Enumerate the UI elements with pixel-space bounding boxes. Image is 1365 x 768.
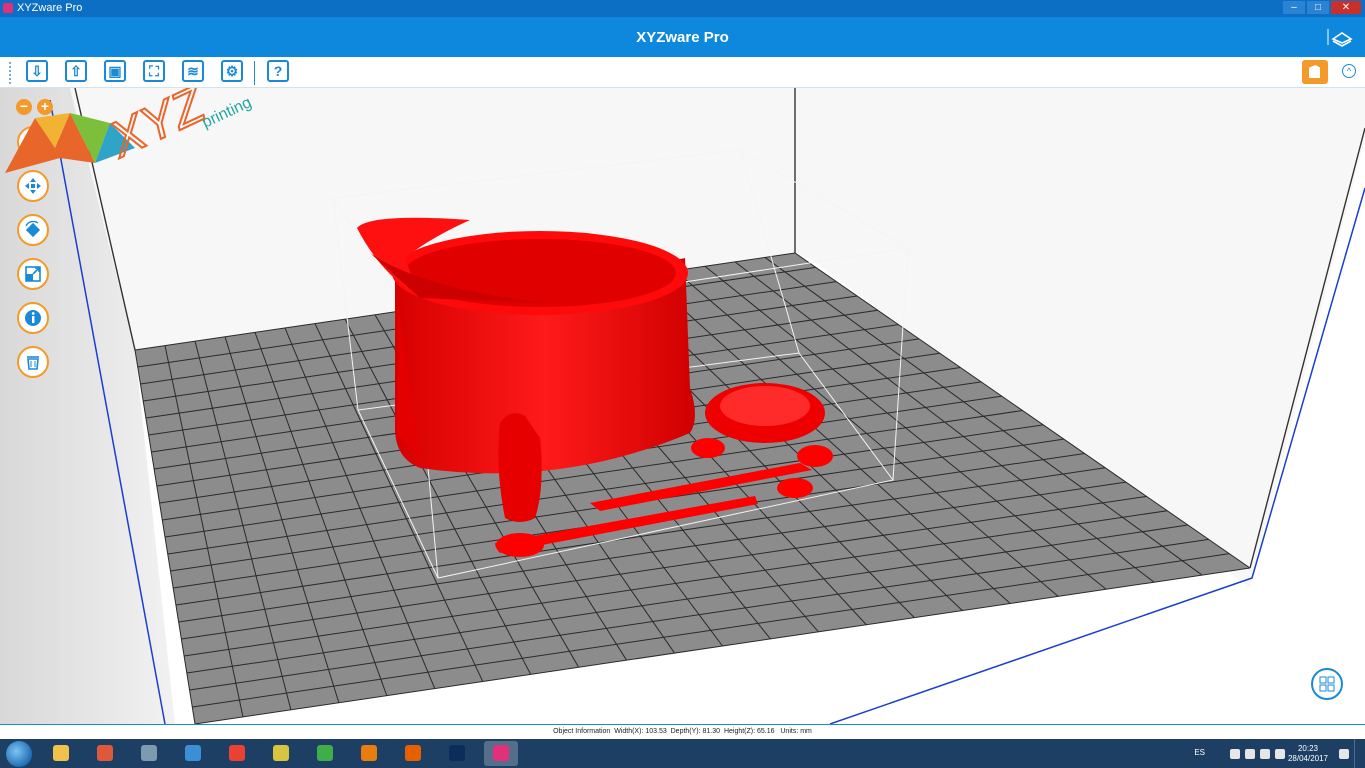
corel-icon xyxy=(317,745,333,761)
clock-date: 28/04/2017 xyxy=(1287,754,1329,763)
pen-tool-icon xyxy=(273,745,289,761)
media-icon xyxy=(97,745,113,761)
taskbar-app-photoshop[interactable] xyxy=(440,741,474,766)
view-mode-button[interactable] xyxy=(1311,668,1343,700)
taskbar-app-pen-tool[interactable] xyxy=(264,741,298,766)
status-bar: Object Information Width(X): 103.53 Dept… xyxy=(0,724,1365,740)
photoshop-icon xyxy=(449,745,465,761)
save-button[interactable]: ▣ xyxy=(104,60,126,82)
status-label: Object Information xyxy=(553,728,611,735)
save-icon: ▣ xyxy=(108,62,122,79)
taskbar-app-firefox[interactable] xyxy=(396,741,430,766)
import-button[interactable]: ⇩ xyxy=(26,60,48,82)
close-button[interactable]: ✕ xyxy=(1331,1,1361,14)
scale-icon xyxy=(25,266,41,282)
export-arrow-icon: ⇧ xyxy=(70,62,82,79)
blender-icon xyxy=(361,745,377,761)
move-icon xyxy=(25,178,41,194)
model-knob-2 xyxy=(797,445,833,467)
firefox-icon xyxy=(405,745,421,761)
explorer-icon xyxy=(53,745,69,761)
start-button[interactable] xyxy=(6,741,32,767)
model-strap-end-left xyxy=(496,533,544,557)
chrome-icon xyxy=(229,745,245,761)
info-button[interactable] xyxy=(17,302,49,334)
info-icon xyxy=(25,310,41,326)
window-title: XYZware Pro xyxy=(17,2,83,14)
view-grid-icon xyxy=(1319,676,1335,692)
minimize-button[interactable]: – xyxy=(1283,1,1305,14)
show-desktop-button[interactable] xyxy=(1354,739,1365,768)
printer-icon: ⛶ xyxy=(149,62,159,79)
taskbar-app-media[interactable] xyxy=(88,741,122,766)
delete-icon xyxy=(27,356,39,370)
help-button[interactable]: ? xyxy=(267,60,289,82)
window-controls: – □ ✕ xyxy=(1283,1,1361,14)
taskbar-app-xyzware[interactable] xyxy=(484,741,518,766)
scale-button[interactable] xyxy=(17,258,49,290)
layers-button[interactable]: ≋ xyxy=(182,60,204,82)
taskbar-clock[interactable]: 20:23 28/04/2017 xyxy=(1286,744,1330,764)
help-icon: ? xyxy=(273,63,283,79)
app-title: XYZware Pro xyxy=(636,29,729,46)
volume-tray-icon[interactable] xyxy=(1275,749,1285,759)
calculator-icon xyxy=(141,745,157,761)
clock-time: 20:23 xyxy=(1297,744,1319,753)
status-depth: Depth(Y): 81.30 xyxy=(670,728,721,735)
print-button[interactable]: ⛶ xyxy=(143,60,165,82)
rotate-button[interactable] xyxy=(17,214,49,246)
toolbar-grip[interactable] xyxy=(9,62,15,84)
model-knob-3 xyxy=(777,478,813,498)
maximize-button[interactable]: □ xyxy=(1307,1,1329,14)
printer-status-button[interactable] xyxy=(1302,60,1328,84)
status-units: Units: mm xyxy=(780,728,812,735)
battery-tray-icon[interactable] xyxy=(1260,749,1270,759)
language-indicator[interactable]: ES xyxy=(1194,748,1205,757)
windows-taskbar: ES 20:23 28/04/2017 xyxy=(0,739,1365,768)
brand-printing-text: printing xyxy=(200,94,255,132)
3d-viewport[interactable]: − + XYZ printing xyxy=(0,88,1365,724)
delete-button[interactable] xyxy=(17,346,49,378)
xyz-logo-icon xyxy=(1327,29,1353,47)
status-width: Width(X): 103.53 xyxy=(614,728,667,735)
app-header: XYZware Pro xyxy=(0,17,1365,57)
brand-xyz-text: XYZ xyxy=(100,88,214,168)
toolbar-separator xyxy=(254,61,255,85)
export-button[interactable]: ⇧ xyxy=(65,60,87,82)
xyz-printing-logo: XYZ printing xyxy=(5,88,255,173)
notification-tray-icon[interactable] xyxy=(1339,749,1349,759)
flag-tray-icon[interactable] xyxy=(1245,749,1255,759)
status-height: Height(Z): 65.16 xyxy=(723,728,775,735)
taskbar-app-corel[interactable] xyxy=(308,741,342,766)
network-tray-icon[interactable] xyxy=(1230,749,1240,759)
gears-icon: ⚙ xyxy=(225,62,239,79)
taskbar-app-calculator[interactable] xyxy=(132,741,166,766)
taskbar-app-chrome[interactable] xyxy=(220,741,254,766)
scene-canvas xyxy=(0,88,1365,724)
model-knob-1 xyxy=(691,438,725,458)
layers-icon: ≋ xyxy=(187,62,199,79)
import-arrow-icon: ⇩ xyxy=(31,62,43,79)
taskbar-app-chrome-app[interactable] xyxy=(176,741,210,766)
settings-button[interactable]: ⚙ xyxy=(221,60,243,82)
xyzware-icon xyxy=(493,745,509,761)
rotate-icon xyxy=(25,221,41,238)
chrome-app-icon xyxy=(185,745,201,761)
taskbar-app-explorer[interactable] xyxy=(44,741,78,766)
collapse-toolbar-button[interactable]: ^ xyxy=(1342,64,1356,78)
object-information: Object Information Width(X): 103.53 Dept… xyxy=(0,728,1365,735)
app-window-icon xyxy=(3,3,13,13)
taskbar-app-blender[interactable] xyxy=(352,741,386,766)
main-toolbar: ⇩ ⇧ ▣ ⛶ ≋ ⚙ ? ^ xyxy=(0,57,1365,88)
window-titlebar: XYZware Pro – □ ✕ xyxy=(0,0,1365,17)
